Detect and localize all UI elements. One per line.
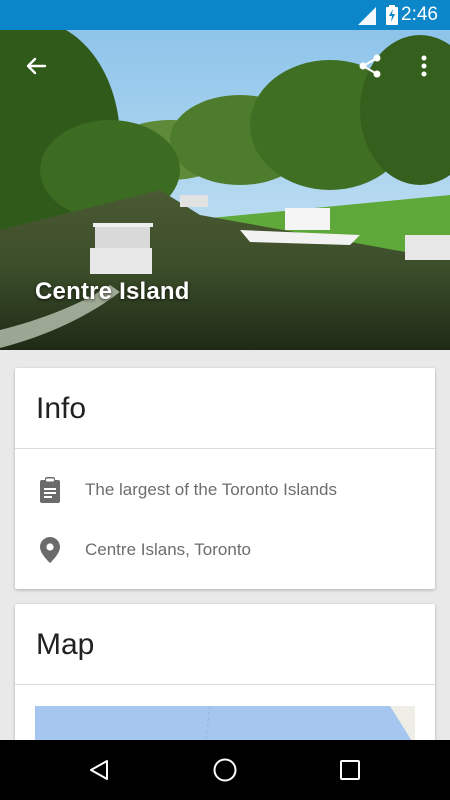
- clipboard-icon: [37, 477, 63, 503]
- description-text: The largest of the Toronto Islands: [85, 480, 338, 499]
- boat-left: [90, 223, 153, 274]
- boat-far-right: [405, 235, 450, 260]
- boat-distant: [180, 195, 208, 207]
- info-card: Info The largest of the Toronto Islands …: [15, 368, 435, 589]
- battery-charging-icon: [386, 5, 398, 30]
- description-row: The largest of the Toronto Islands: [15, 470, 435, 510]
- share-icon[interactable]: [352, 48, 388, 84]
- status-bar: 2:46: [0, 0, 450, 30]
- nav-back-icon[interactable]: [84, 755, 114, 785]
- navigation-bar: [0, 740, 450, 800]
- place-title: Centre Island: [35, 278, 190, 305]
- location-text: Centre Islans, Toronto: [85, 540, 251, 559]
- location-pin-icon: [37, 537, 63, 563]
- back-arrow-icon[interactable]: [18, 48, 54, 84]
- nav-home-icon[interactable]: [210, 755, 240, 785]
- status-time: 2:46: [401, 4, 438, 25]
- nav-recents-icon[interactable]: [335, 755, 365, 785]
- info-card-title: Info: [15, 368, 435, 449]
- map-card-title: Map: [15, 604, 435, 685]
- signal-icon: [358, 7, 376, 30]
- more-vert-icon[interactable]: [406, 48, 442, 84]
- hero-image: Centre Island: [0, 30, 450, 350]
- location-row: Centre Islans, Toronto: [15, 530, 435, 570]
